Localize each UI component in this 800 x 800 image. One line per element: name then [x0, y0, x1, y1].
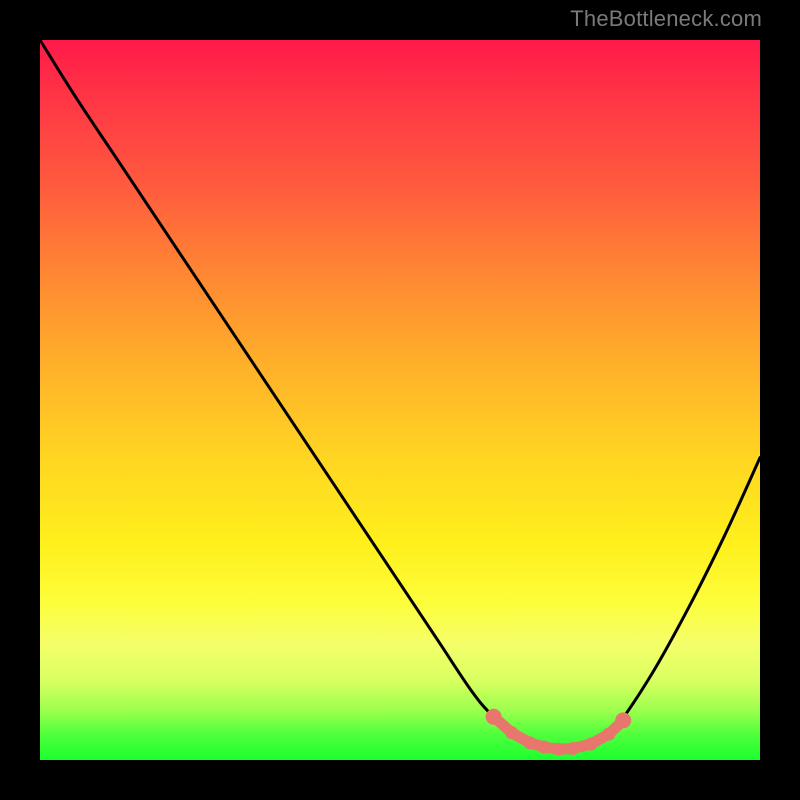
marker-dot — [615, 712, 631, 728]
curve-markers — [486, 709, 632, 756]
chart-frame: TheBottleneck.com — [0, 0, 800, 800]
curve-line — [40, 40, 760, 749]
marker-dot — [602, 728, 615, 741]
marker-dot — [486, 709, 502, 725]
marker-dot — [538, 741, 551, 754]
marker-dot — [566, 742, 579, 755]
watermark-text: TheBottleneck.com — [570, 6, 762, 32]
curve-svg — [40, 40, 760, 760]
marker-dot — [584, 738, 597, 751]
marker-dot — [552, 743, 565, 756]
plot-area — [40, 40, 760, 760]
marker-dot — [505, 726, 518, 739]
marker-dot — [523, 736, 536, 749]
